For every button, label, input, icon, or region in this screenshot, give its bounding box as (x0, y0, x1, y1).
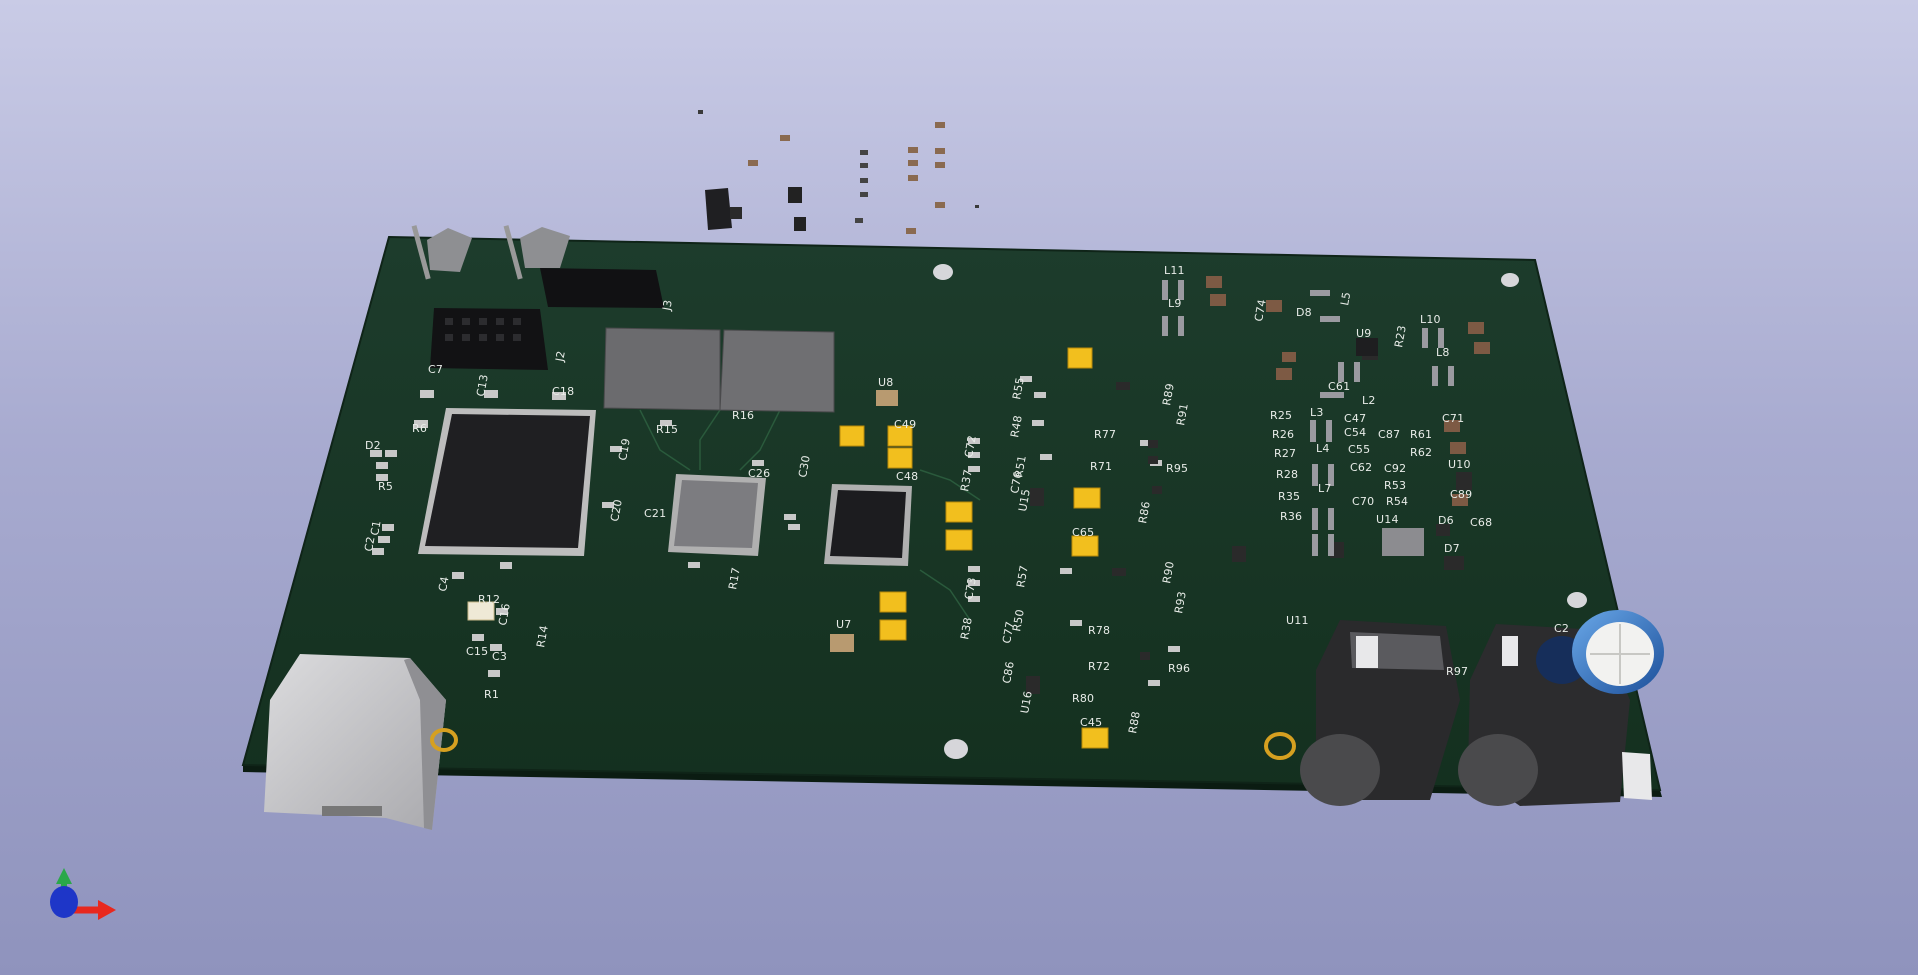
label-U8: U8 (878, 376, 893, 389)
label-C68: C68 (1470, 516, 1492, 529)
label-C62: C62 (1350, 461, 1372, 474)
label-C71: C71 (1442, 412, 1464, 425)
pcb-3d-scene[interactable]: J3 J2 C7 C13 C18 R6 D2 R5 C1 C2 C19 C20 … (0, 0, 1918, 975)
label-R36: R36 (1280, 510, 1302, 523)
label-C61: C61 (1328, 380, 1350, 393)
z-axis-arrow-icon (56, 868, 72, 884)
label-R25: R25 (1270, 409, 1292, 422)
label-R80: R80 (1072, 692, 1094, 705)
label-L5: L5 (1338, 291, 1353, 307)
main-ic-qfp[interactable] (418, 408, 596, 556)
label-C7: C7 (428, 363, 443, 376)
label-U7: U7 (836, 618, 851, 631)
label-C15: C15 (466, 645, 488, 658)
label-C1: C1 (368, 519, 383, 536)
label-R72: R72 (1088, 660, 1110, 673)
label-L8: L8 (1436, 346, 1450, 359)
label-R6: R6 (412, 422, 427, 435)
label-D8: D8 (1296, 306, 1312, 319)
label-C2-electrolytic: C2 (1554, 622, 1569, 635)
label-L2: L2 (1362, 394, 1376, 407)
chip-U9[interactable] (1356, 338, 1378, 356)
label-C45: C45 (1080, 716, 1102, 729)
connector-J3[interactable] (540, 268, 664, 308)
side-connector (1622, 752, 1652, 800)
label-L4: L4 (1316, 442, 1330, 455)
label-R61: R61 (1410, 428, 1432, 441)
label-C26: C26 (748, 467, 770, 480)
label-C2: C2 (362, 535, 377, 552)
label-R95: R95 (1166, 462, 1188, 475)
label-C4: C4 (436, 575, 451, 592)
label-R35: R35 (1278, 490, 1300, 503)
label-R12: R12 (478, 593, 500, 606)
ic-qfp-right[interactable] (824, 484, 912, 566)
chip-U8[interactable] (876, 390, 898, 406)
x-axis-arrow-icon (98, 900, 116, 920)
label-J3: J3 (660, 299, 675, 313)
chip-U14[interactable] (1382, 528, 1424, 556)
label-C21: C21 (644, 507, 666, 520)
label-J2: J2 (553, 350, 568, 364)
label-R27: R27 (1274, 447, 1296, 460)
relay-1[interactable] (603, 327, 721, 411)
label-L11: L11 (1164, 264, 1185, 277)
label-D7: D7 (1444, 542, 1460, 555)
label-U14: U14 (1376, 513, 1399, 526)
label-D6: D6 (1438, 514, 1454, 527)
label-L7: L7 (1318, 482, 1332, 495)
label-C87: C87 (1378, 428, 1400, 441)
label-R71: R71 (1090, 460, 1112, 473)
label-U10: U10 (1448, 458, 1471, 471)
label-U9: U9 (1356, 327, 1371, 340)
label-R28: R28 (1276, 468, 1298, 481)
3d-viewport[interactable]: J3 J2 C7 C13 C18 R6 D2 R5 C1 C2 C19 C20 … (0, 0, 1918, 975)
label-C55: C55 (1348, 443, 1370, 456)
axis-gizmo[interactable] (42, 866, 122, 946)
label-C48: C48 (896, 470, 918, 483)
mount-hole-icon (933, 264, 953, 280)
label-R1: R1 (484, 688, 499, 701)
label-C3: C3 (492, 650, 507, 663)
floating-components (698, 110, 979, 234)
usb-connector[interactable] (264, 654, 446, 830)
y-axis-cone-icon (50, 886, 78, 918)
label-L9: L9 (1168, 297, 1182, 310)
label-R96: R96 (1168, 662, 1190, 675)
relay-2[interactable] (719, 329, 835, 413)
label-R78: R78 (1088, 624, 1110, 637)
mount-hole-icon (1501, 273, 1519, 287)
label-C92: C92 (1384, 462, 1406, 475)
label-R62: R62 (1410, 446, 1432, 459)
mount-hole-icon (944, 739, 968, 759)
ic-qfp-mid[interactable] (668, 474, 766, 556)
label-C47: C47 (1344, 412, 1366, 425)
label-R77: R77 (1094, 428, 1116, 441)
label-C49: C49 (894, 418, 916, 431)
chip-U7[interactable] (830, 634, 854, 652)
mount-hole-icon (1567, 592, 1587, 608)
label-C70: C70 (1352, 495, 1374, 508)
label-L10: L10 (1420, 313, 1441, 326)
label-C65: C65 (1072, 526, 1094, 539)
label-R53: R53 (1384, 479, 1406, 492)
label-R26: R26 (1272, 428, 1294, 441)
label-U11: U11 (1286, 614, 1309, 627)
label-R16: R16 (732, 409, 754, 422)
label-R15: R15 (656, 423, 678, 436)
label-L3: L3 (1310, 406, 1324, 419)
label-R5: R5 (378, 480, 393, 493)
label-D2: D2 (365, 439, 381, 452)
label-C18: C18 (552, 385, 574, 398)
label-R54: R54 (1386, 495, 1408, 508)
label-C54: C54 (1344, 426, 1366, 439)
label-R97: R97 (1446, 665, 1468, 678)
label-C89: C89 (1450, 488, 1472, 501)
